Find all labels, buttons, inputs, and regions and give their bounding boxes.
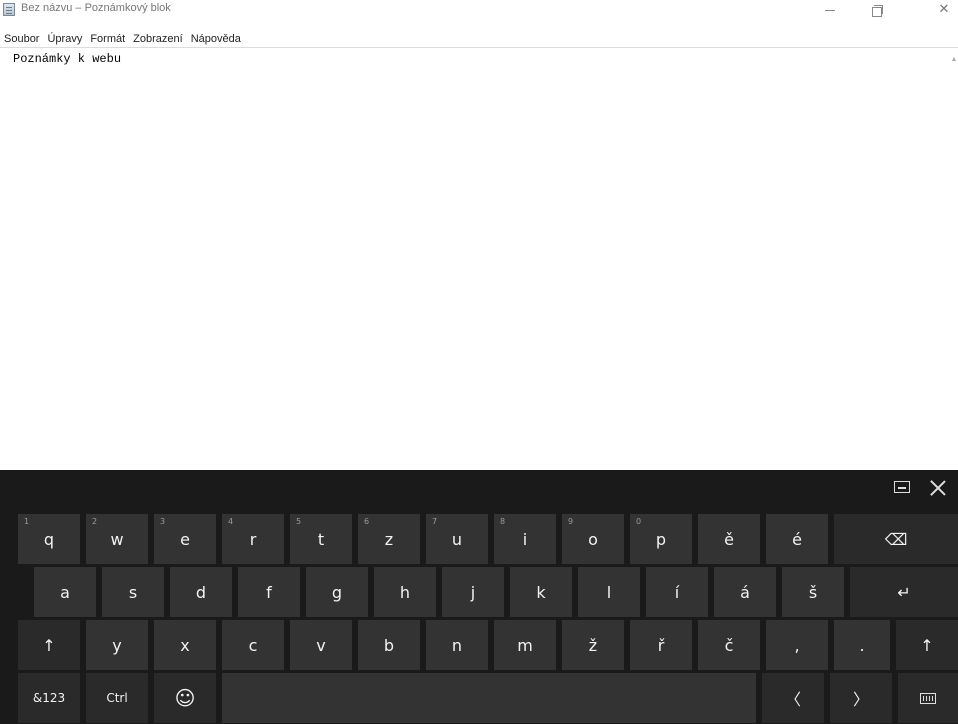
key-m[interactable]: m [494,620,556,670]
key-b[interactable]: b [358,620,420,670]
key-n[interactable]: n [426,620,488,670]
key-f[interactable]: f [238,567,300,617]
key-g[interactable]: g [306,567,368,617]
key-e-caron[interactable]: ě [698,514,760,564]
text-editor[interactable]: Poznámky k webu ▲ [0,47,958,470]
scroll-up-arrow[interactable]: ▲ [950,56,958,64]
key-l[interactable]: l [578,567,640,617]
key-s-caron[interactable]: š [782,567,844,617]
left-arrow-key[interactable]: 〈 [762,673,824,723]
key-w[interactable]: 2w [86,514,148,564]
key-d[interactable]: d [170,567,232,617]
window-title: Bez názvu – Poznámkový blok [21,2,171,14]
menu-edit[interactable]: Úpravy [47,33,82,45]
symbols-key[interactable]: &123 [18,673,80,723]
enter-icon: ↵ [897,582,911,602]
key-z[interactable]: 6z [358,514,420,564]
enter-key[interactable]: ↵ [850,567,958,617]
key-j[interactable]: j [442,567,504,617]
key-a[interactable]: a [34,567,96,617]
key-z-caron[interactable]: ž [562,620,624,670]
shift-icon: ↑ [42,635,56,655]
key-h[interactable]: h [374,567,436,617]
close-button[interactable]: ✕ [924,0,958,24]
key-q[interactable]: 1q [18,514,80,564]
key-s[interactable]: s [102,567,164,617]
key-c[interactable]: c [222,620,284,670]
key-x[interactable]: x [154,620,216,670]
restore-button[interactable] [856,0,896,24]
keyboard-close-icon[interactable] [928,478,948,498]
menu-bar: Soubor Úpravy Formát Zobrazení Nápověda [0,31,958,47]
key-c-caron[interactable]: č [698,620,760,670]
backspace-icon: ⌫ [884,529,908,549]
chevron-left-icon: 〈 [784,690,801,709]
keyboard-layout-key[interactable] [898,673,958,723]
key-v[interactable]: v [290,620,352,670]
menu-help[interactable]: Nápověda [191,33,241,45]
right-arrow-key[interactable]: 〉 [830,673,892,723]
shift-right-key[interactable]: ↑ [896,620,958,670]
notepad-icon [3,3,15,16]
key-r-caron[interactable]: ř [630,620,692,670]
menu-view[interactable]: Zobrazení [133,33,183,45]
minimize-button[interactable] [810,0,850,24]
key-e[interactable]: 3e [154,514,216,564]
keyboard-icon [920,692,936,704]
key-a-acute[interactable]: á [714,567,776,617]
key-p[interactable]: 0p [630,514,692,564]
key-o[interactable]: 9o [562,514,624,564]
shift-left-key[interactable]: ↑ [18,620,80,670]
title-bar: Bez názvu – Poznámkový blok ✕ [0,0,958,31]
key-y[interactable]: y [86,620,148,670]
touch-keyboard: 1q 2w 3e 4r 5t 6z 7u 8i 9o 0p ě é ⌫ a s … [0,470,958,724]
ctrl-key[interactable]: Ctrl [86,673,148,723]
editor-content[interactable]: Poznámky k webu [13,52,121,66]
emoji-key[interactable]: ☺ [154,673,216,723]
backspace-key[interactable]: ⌫ [834,514,958,564]
space-key[interactable] [222,673,756,723]
chevron-right-icon: 〉 [852,690,869,709]
key-i[interactable]: 8i [494,514,556,564]
emoji-icon: ☺ [174,686,196,710]
key-u[interactable]: 7u [426,514,488,564]
key-comma[interactable]: , [766,620,828,670]
menu-format[interactable]: Formát [90,33,125,45]
key-r[interactable]: 4r [222,514,284,564]
shift-icon: ↑ [920,635,934,655]
key-e-acute[interactable]: é [766,514,828,564]
key-i-acute[interactable]: í [646,567,708,617]
menu-file[interactable]: Soubor [4,33,39,45]
key-t[interactable]: 5t [290,514,352,564]
keyboard-dock-icon[interactable] [894,481,910,493]
key-k[interactable]: k [510,567,572,617]
key-period[interactable]: . [834,620,890,670]
